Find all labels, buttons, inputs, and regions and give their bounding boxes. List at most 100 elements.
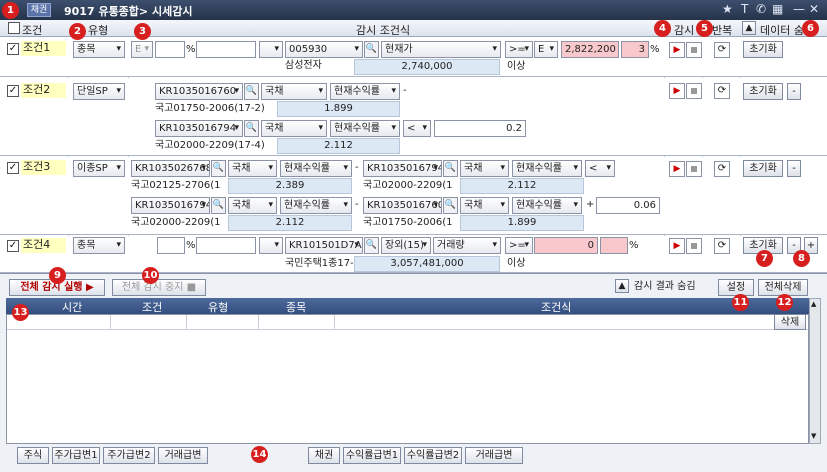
row1-code-select[interactable]: 005930 — [285, 41, 363, 58]
col-condition: 조건 — [142, 301, 163, 314]
arrow-up-icon[interactable]: ▲ — [615, 279, 629, 293]
row4-play-button[interactable]: ▶ — [669, 238, 685, 254]
row3-l1-code-select[interactable]: KR1035026768 — [131, 160, 210, 177]
row2-operator-select[interactable]: < — [403, 120, 431, 137]
row1-field-b[interactable] — [196, 41, 256, 58]
tab-price-change-1[interactable]: 주가급변1 — [52, 447, 100, 464]
row3-minus-button[interactable]: - — [787, 160, 801, 177]
row2-code2-select[interactable]: KR1035016794 — [155, 120, 243, 137]
tab-yield-change-1[interactable]: 수익률급변1 — [343, 447, 401, 464]
row1-value-input[interactable]: 2,822,200 — [561, 41, 619, 58]
row4-market-select[interactable]: 장외(15) — [381, 237, 431, 254]
row3-r1-field-select[interactable]: 현재수익률 — [512, 160, 582, 177]
row2-repeat-icon[interactable]: ⟳ — [714, 83, 730, 99]
row3-r2-field-select[interactable]: 현재수익률 — [512, 197, 582, 214]
tab-yield-change-2[interactable]: 수익률급변2 — [404, 447, 462, 464]
grid-icon[interactable]: ▦ — [772, 2, 783, 16]
row1-repeat-icon[interactable]: ⟳ — [714, 42, 730, 58]
row2-field1-select[interactable]: 현재수익률 — [330, 83, 400, 100]
row2-code1-select[interactable]: KR1035016760 — [155, 83, 243, 100]
row3-value-input[interactable]: 0.06 — [596, 197, 660, 214]
row2-market2-select[interactable]: 국채 — [261, 120, 327, 137]
row1-stop-button[interactable] — [686, 42, 702, 58]
row3-l1-field-select[interactable]: 현재수익률 — [280, 160, 352, 177]
tab-volume-change[interactable]: 거래급변 — [158, 447, 208, 464]
row3-type-select[interactable]: 이종SP — [73, 160, 125, 177]
row1-unit-select[interactable]: E — [534, 41, 558, 58]
search-icon[interactable]: 🔍 — [364, 41, 379, 58]
select-all-checkbox[interactable] — [8, 22, 20, 34]
row3-play-button[interactable]: ▶ — [669, 161, 685, 177]
scroll-up-icon[interactable]: ▲ — [811, 300, 816, 308]
row3-l1-market-select[interactable]: 국채 — [228, 160, 277, 177]
row4-operator-select[interactable]: >= — [505, 237, 533, 254]
row1-pct-input[interactable]: 3 — [621, 41, 649, 58]
row3-r2-market-select[interactable]: 국채 — [460, 197, 509, 214]
row4-checkbox[interactable]: ✓ — [7, 240, 19, 252]
tab-bond[interactable]: 채권 — [308, 447, 340, 464]
row2-field2-select[interactable]: 현재수익률 — [330, 120, 400, 137]
row4-repeat-icon[interactable]: ⟳ — [714, 238, 730, 254]
row1-operator-select[interactable]: >= — [505, 41, 533, 58]
row3-checkbox[interactable]: ✓ — [7, 162, 19, 174]
row1-checkbox[interactable]: ✓ — [7, 43, 19, 55]
row3-r1-market-select[interactable]: 국채 — [460, 160, 509, 177]
phone-icon[interactable]: ✆ — [756, 2, 766, 16]
search-icon[interactable]: 🔍 — [244, 120, 259, 137]
search-icon[interactable]: 🔍 — [244, 83, 259, 100]
vertical-scrollbar[interactable]: ▲ ▼ — [809, 298, 821, 444]
search-icon[interactable]: 🔍 — [211, 197, 226, 214]
delete-button[interactable]: 삭제 — [774, 314, 806, 330]
settings-button[interactable]: 설정 — [718, 279, 754, 296]
row4-stop-button[interactable] — [686, 238, 702, 254]
row1-reset-button[interactable]: 초기화 — [743, 41, 783, 58]
tab-price-change-2[interactable]: 주가급변2 — [103, 447, 155, 464]
row3-l2-market-select[interactable]: 국채 — [228, 197, 277, 214]
row2-stop-button[interactable] — [686, 83, 702, 99]
arrow-up-icon[interactable]: ▲ — [742, 21, 756, 35]
row4-field-select[interactable]: 거래량 — [433, 237, 501, 254]
row3-l2-field-select[interactable]: 현재수익률 — [280, 197, 352, 214]
row2-type-select[interactable]: 단일SP — [73, 83, 125, 100]
close-icon[interactable]: ✕ — [809, 2, 819, 16]
row2-play-button[interactable]: ▶ — [669, 83, 685, 99]
row3-r2-code-select[interactable]: KR1035016760 — [363, 197, 442, 214]
row1-blank-select[interactable] — [259, 41, 283, 58]
row1-play-button[interactable]: ▶ — [669, 42, 685, 58]
row1-type-select[interactable]: 종목 — [73, 41, 125, 58]
minimize-icon[interactable]: — — [793, 2, 805, 16]
row1-prefix-select[interactable]: E — [131, 41, 153, 58]
row4-blank-select[interactable] — [259, 237, 283, 254]
row2-value-input[interactable]: 0.2 — [434, 120, 526, 137]
scroll-down-icon[interactable]: ▼ — [811, 432, 816, 440]
row3-repeat-icon[interactable]: ⟳ — [714, 161, 730, 177]
row2-minus-button[interactable]: - — [787, 83, 801, 100]
row4-field-a[interactable] — [157, 237, 185, 254]
stop-all-button[interactable]: 전체 감시 중지 ■ — [112, 279, 206, 296]
row3-l2-code-select[interactable]: KR1035016794 — [131, 197, 210, 214]
row1-field-select[interactable]: 현재가 — [381, 41, 501, 58]
search-icon[interactable]: 🔍 — [443, 197, 458, 214]
search-icon[interactable]: 🔍 — [443, 160, 458, 177]
row3-reset-button[interactable]: 초기화 — [743, 160, 783, 177]
result-table-body[interactable]: 삭제 — [6, 314, 809, 444]
tab-bond-volume-change[interactable]: 거래급변 — [465, 447, 523, 464]
row2-market1-select[interactable]: 국채 — [261, 83, 327, 100]
row3-r1-code-select[interactable]: KR1035016794 — [363, 160, 442, 177]
row3-r1-operator-select[interactable]: < — [585, 160, 615, 177]
row2-checkbox[interactable]: ✓ — [7, 85, 19, 97]
row4-value-input[interactable]: 0 — [534, 237, 598, 254]
row3-stop-button[interactable] — [686, 161, 702, 177]
hide-result-label[interactable]: 감시 결과 숨김 — [634, 279, 696, 295]
tab-stock[interactable]: 주식 — [17, 447, 49, 464]
row4-pct-input[interactable] — [600, 237, 628, 254]
row4-type-select[interactable]: 종목 — [73, 237, 125, 254]
text-icon[interactable]: T — [741, 2, 748, 16]
row1-field-a[interactable] — [155, 41, 185, 58]
row4-field-b[interactable] — [196, 237, 256, 254]
search-icon[interactable]: 🔍 — [364, 237, 379, 254]
row2-reset-button[interactable]: 초기화 — [743, 83, 783, 100]
row4-code-select[interactable]: KR101501D7A4 — [285, 237, 363, 254]
search-icon[interactable]: 🔍 — [211, 160, 226, 177]
star-icon[interactable]: ★ — [722, 2, 733, 16]
